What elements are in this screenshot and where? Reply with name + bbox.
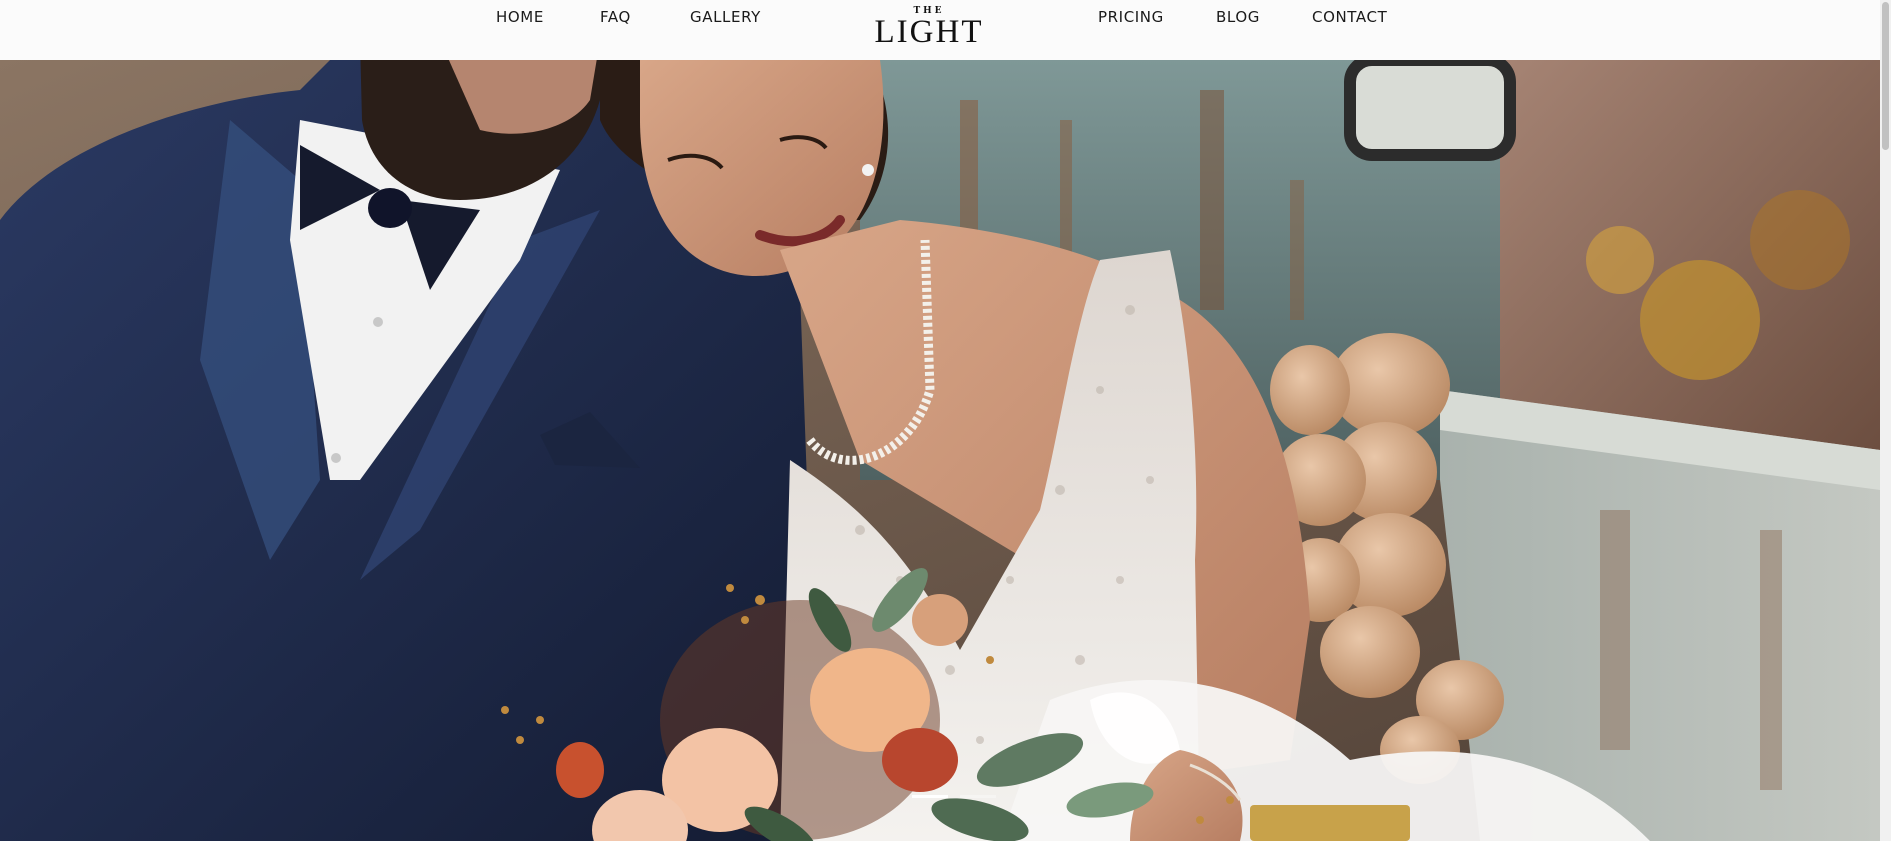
hero-wedding-photo (0, 60, 1880, 841)
page-scrollbar[interactable] (1880, 0, 1891, 841)
site-logo[interactable]: THE LIGHT (872, 6, 986, 50)
nav-gallery-link[interactable]: GALLERY (690, 8, 761, 26)
nav-pricing-link[interactable]: PRICING (1098, 8, 1164, 26)
page: HOME FAQ GALLERY THE LIGHT PRICING BLOG … (0, 0, 1891, 841)
logo-main-text: LIGHT (874, 14, 984, 50)
nav-home-link[interactable]: HOME (496, 8, 544, 26)
slider-dot-1[interactable] (912, 795, 948, 798)
slider-dot-2[interactable] (960, 795, 996, 798)
top-navbar: HOME FAQ GALLERY THE LIGHT PRICING BLOG … (0, 0, 1880, 60)
nav-faq-link[interactable]: FAQ (600, 8, 631, 26)
hero-slider (0, 60, 1880, 841)
nav-blog-link[interactable]: BLOG (1216, 8, 1260, 26)
scrollbar-thumb[interactable] (1882, 2, 1889, 150)
nav-contact-link[interactable]: CONTACT (1312, 8, 1387, 26)
